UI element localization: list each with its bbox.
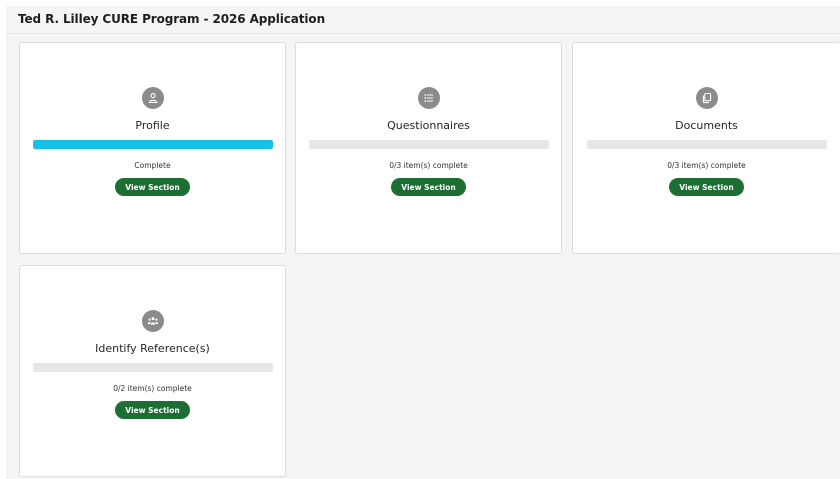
view-section-button[interactable]: View Section xyxy=(669,178,744,196)
people-icon xyxy=(141,310,164,332)
section-card-identify-references: Identify Reference(s) 0/2 item(s) comple… xyxy=(19,265,286,477)
section-status: Complete xyxy=(134,161,171,170)
section-title: Documents xyxy=(675,119,738,132)
documents-icon xyxy=(695,87,718,109)
progress-fill xyxy=(32,140,273,149)
section-title: Identify Reference(s) xyxy=(95,342,210,355)
progress-bar xyxy=(32,140,273,149)
view-section-button[interactable]: View Section xyxy=(115,401,190,419)
section-status: 0/2 item(s) complete xyxy=(113,384,192,393)
page-title: Ted R. Lilley CURE Program - 2026 Applic… xyxy=(18,12,326,26)
page-header: Ted R. Lilley CURE Program - 2026 Applic… xyxy=(6,6,840,34)
section-status: 0/3 item(s) complete xyxy=(667,161,746,170)
section-card-profile: Profile Complete View Section xyxy=(19,42,286,254)
view-section-button[interactable]: View Section xyxy=(391,178,466,196)
section-status: 0/3 item(s) complete xyxy=(389,161,468,170)
progress-bar xyxy=(32,363,273,372)
progress-bar xyxy=(586,140,827,149)
progress-bar xyxy=(308,140,549,149)
section-card-questionnaires: Questionnaires 0/3 item(s) complete View… xyxy=(295,42,562,254)
section-title: Questionnaires xyxy=(387,119,470,132)
view-section-button[interactable]: View Section xyxy=(115,178,190,196)
user-icon xyxy=(141,87,164,109)
section-card-documents: Documents 0/3 item(s) complete View Sect… xyxy=(572,42,840,254)
section-title: Profile xyxy=(135,119,170,132)
application-dashboard: Ted R. Lilley CURE Program - 2026 Applic… xyxy=(6,6,840,479)
list-icon xyxy=(417,87,440,109)
